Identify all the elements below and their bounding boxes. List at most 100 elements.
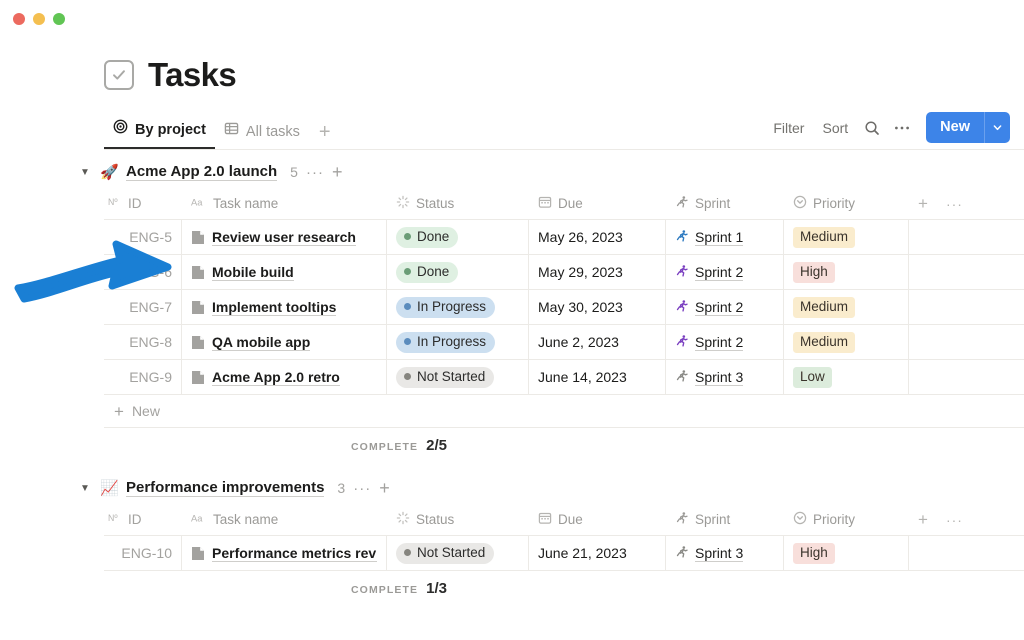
cell-status[interactable]: Not Started (387, 536, 529, 570)
cell-sprint[interactable]: Sprint 1 (666, 220, 784, 254)
column-header-due[interactable]: Due (529, 504, 666, 535)
sprint-label[interactable]: Sprint 2 (695, 334, 743, 351)
task-name-label[interactable]: Mobile build (212, 264, 294, 281)
close-window-button[interactable] (13, 13, 25, 25)
cell-due[interactable]: June 14, 2023 (529, 360, 666, 394)
task-name-label[interactable]: Acme App 2.0 retro (212, 369, 340, 386)
cell-sprint[interactable]: Sprint 3 (666, 536, 784, 570)
column-header-priority[interactable]: Priority (784, 504, 909, 535)
cell-due[interactable]: May 29, 2023 (529, 255, 666, 289)
group-title[interactable]: Acme App 2.0 launch (126, 163, 277, 181)
cell-priority[interactable]: Low (784, 360, 909, 394)
cell-status[interactable]: In Progress (387, 325, 529, 359)
column-header-sprint[interactable]: Sprint (666, 504, 784, 535)
cell-due[interactable]: May 26, 2023 (529, 220, 666, 254)
column-header-priority[interactable]: Priority (784, 188, 909, 219)
group-add-icon[interactable]: + (332, 163, 343, 181)
cell-empty[interactable] (909, 360, 993, 394)
table-row[interactable]: ENG-7 Implement tooltips In ProgressMay 30… (104, 290, 1024, 325)
column-header-status[interactable]: Status (387, 188, 529, 219)
cell-priority[interactable]: Medium (784, 325, 909, 359)
cell-sprint[interactable]: Sprint 2 (666, 290, 784, 324)
group-more-icon[interactable]: ··· (306, 164, 324, 181)
add-column-button[interactable]: + (918, 511, 928, 528)
sprint-label[interactable]: Sprint 3 (695, 369, 743, 386)
sort-button[interactable]: Sort (813, 115, 857, 141)
cell-empty[interactable] (909, 536, 993, 570)
minimize-window-button[interactable] (33, 13, 45, 25)
new-button-label: New (926, 112, 984, 143)
sprint-relation[interactable]: Sprint 3 (675, 369, 743, 386)
group-title[interactable]: Performance improvements (126, 479, 324, 497)
add-column-button[interactable]: + (918, 195, 928, 212)
zoom-window-button[interactable] (53, 13, 65, 25)
priority-badge: Low (793, 367, 832, 388)
task-name-label[interactable]: Implement tooltips (212, 299, 336, 316)
new-row-button-group-1[interactable]: + New (104, 395, 1024, 428)
cell-priority[interactable]: Medium (784, 220, 909, 254)
cell-due[interactable]: June 21, 2023 (529, 536, 666, 570)
cell-priority[interactable]: High (784, 536, 909, 570)
cell-status[interactable]: In Progress (387, 290, 529, 324)
collapse-group-caret-icon[interactable]: ▼ (78, 167, 92, 178)
search-icon[interactable] (857, 115, 887, 141)
column-header-sprint[interactable]: Sprint (666, 188, 784, 219)
cell-status[interactable]: Done (387, 220, 529, 254)
table-more-button[interactable]: ··· (946, 513, 963, 527)
sprint-relation[interactable]: Sprint 2 (675, 334, 743, 351)
cell-task-name[interactable]: Implement tooltips (182, 290, 387, 324)
cell-status[interactable]: Done (387, 255, 529, 289)
cell-priority[interactable]: Medium (784, 290, 909, 324)
table-row[interactable]: ENG-6Mobile buildDoneMay 29, 2023Sprint … (104, 255, 1024, 290)
collapse-group-caret-icon[interactable]: ▼ (78, 483, 92, 494)
group-add-icon[interactable]: + (379, 479, 390, 497)
sprint-label[interactable]: Sprint 1 (695, 229, 743, 246)
column-header-id[interactable]: Nº ID (104, 504, 182, 535)
cell-empty[interactable] (909, 325, 993, 359)
sprint-relation[interactable]: Sprint 3 (675, 545, 743, 562)
table-row[interactable]: ENG-10Performance metrics reviewNot Star… (104, 536, 1024, 571)
cell-empty[interactable] (909, 220, 993, 254)
table-more-button[interactable]: ··· (946, 197, 963, 211)
cell-sprint[interactable]: Sprint 2 (666, 255, 784, 289)
ellipsis-icon[interactable] (887, 115, 917, 141)
sprint-relation[interactable]: Sprint 2 (675, 264, 743, 281)
task-name-label[interactable]: QA mobile app (212, 334, 310, 351)
cell-due[interactable]: June 2, 2023 (529, 325, 666, 359)
chevron-down-icon[interactable] (984, 112, 1010, 143)
cell-empty[interactable] (909, 255, 993, 289)
cell-task-name[interactable]: Performance metrics review (182, 536, 387, 570)
sprint-relation[interactable]: Sprint 2 (675, 299, 743, 316)
column-header-id[interactable]: Nº ID (104, 188, 182, 219)
group-more-icon[interactable]: ··· (353, 480, 371, 497)
cell-task-name[interactable]: Acme App 2.0 retro (182, 360, 387, 394)
task-name-label[interactable]: Performance metrics review (212, 545, 377, 562)
sprint-label[interactable]: Sprint 3 (695, 545, 743, 562)
cell-sprint[interactable]: Sprint 3 (666, 360, 784, 394)
sprint-relation[interactable]: Sprint 1 (675, 229, 743, 246)
column-header-task-name[interactable]: Aa Task name (182, 504, 387, 535)
cell-sprint[interactable]: Sprint 2 (666, 325, 784, 359)
column-header-due[interactable]: Due (529, 188, 666, 219)
tab-by-project[interactable]: By project (104, 113, 215, 149)
column-header-status[interactable]: Status (387, 504, 529, 535)
task-name-label[interactable]: Review user research (212, 229, 356, 246)
table-row[interactable]: ENG-9Acme App 2.0 retroNot StartedJune 1… (104, 360, 1024, 395)
table-row[interactable]: ENG-8QA mobile appIn ProgressJune 2, 202… (104, 325, 1024, 360)
cell-task-name[interactable]: QA mobile app (182, 325, 387, 359)
cell-empty[interactable] (909, 290, 993, 324)
cell-id: ENG-7 (104, 290, 182, 324)
filter-button[interactable]: Filter (764, 115, 813, 141)
tab-all-tasks[interactable]: All tasks (215, 113, 309, 149)
sprint-label[interactable]: Sprint 2 (695, 299, 743, 316)
cell-priority[interactable]: High (784, 255, 909, 289)
add-tab-button[interactable]: + (309, 122, 341, 149)
table-row[interactable]: ENG-5Review user researchDoneMay 26, 202… (104, 220, 1024, 255)
cell-task-name[interactable]: Mobile build (182, 255, 387, 289)
sprint-label[interactable]: Sprint 2 (695, 264, 743, 281)
cell-due[interactable]: May 30, 2023 (529, 290, 666, 324)
cell-status[interactable]: Not Started (387, 360, 529, 394)
cell-task-name[interactable]: Review user research (182, 220, 387, 254)
new-button[interactable]: New (926, 112, 1010, 143)
column-header-task-name[interactable]: Aa Task name (182, 188, 387, 219)
